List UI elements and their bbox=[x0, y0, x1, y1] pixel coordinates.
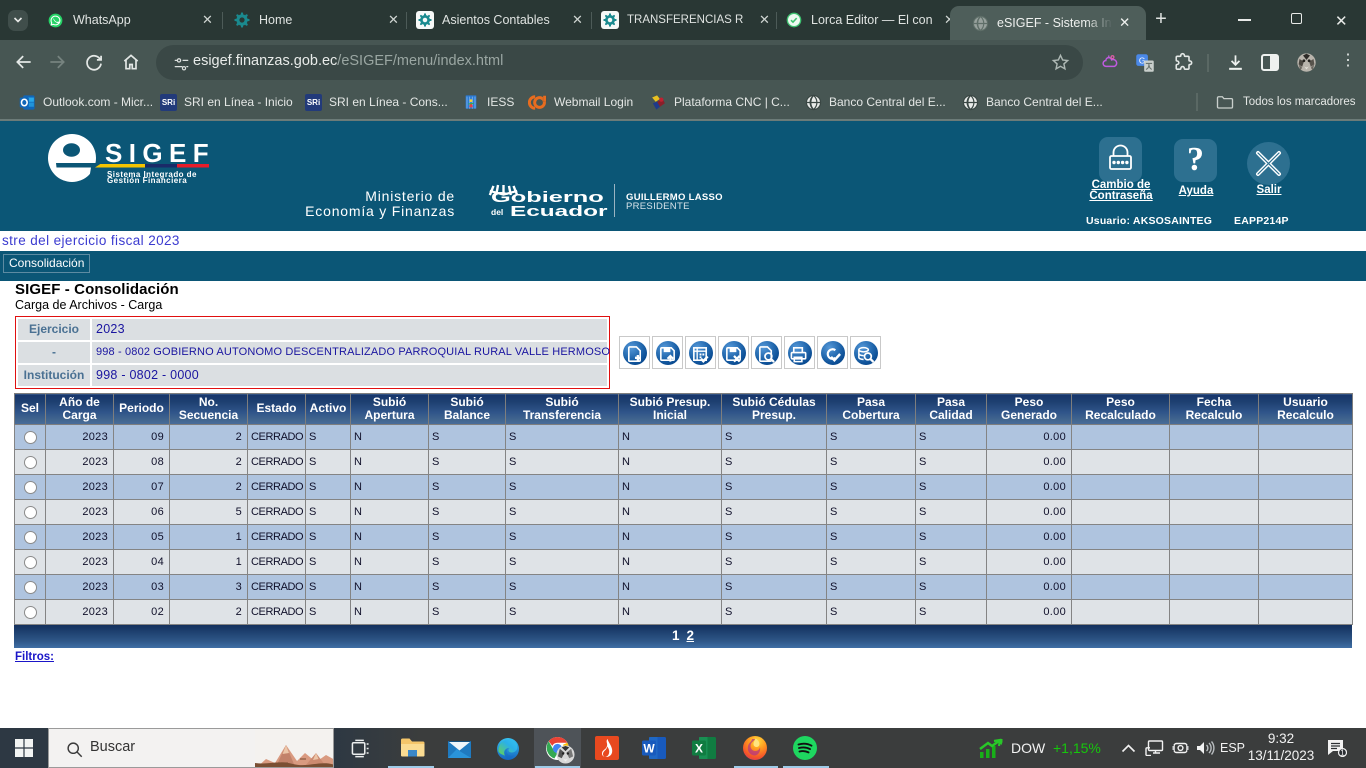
svg-text:X: X bbox=[695, 742, 703, 756]
svg-text:1: 1 bbox=[1340, 748, 1345, 757]
svg-text:W: W bbox=[643, 742, 655, 756]
